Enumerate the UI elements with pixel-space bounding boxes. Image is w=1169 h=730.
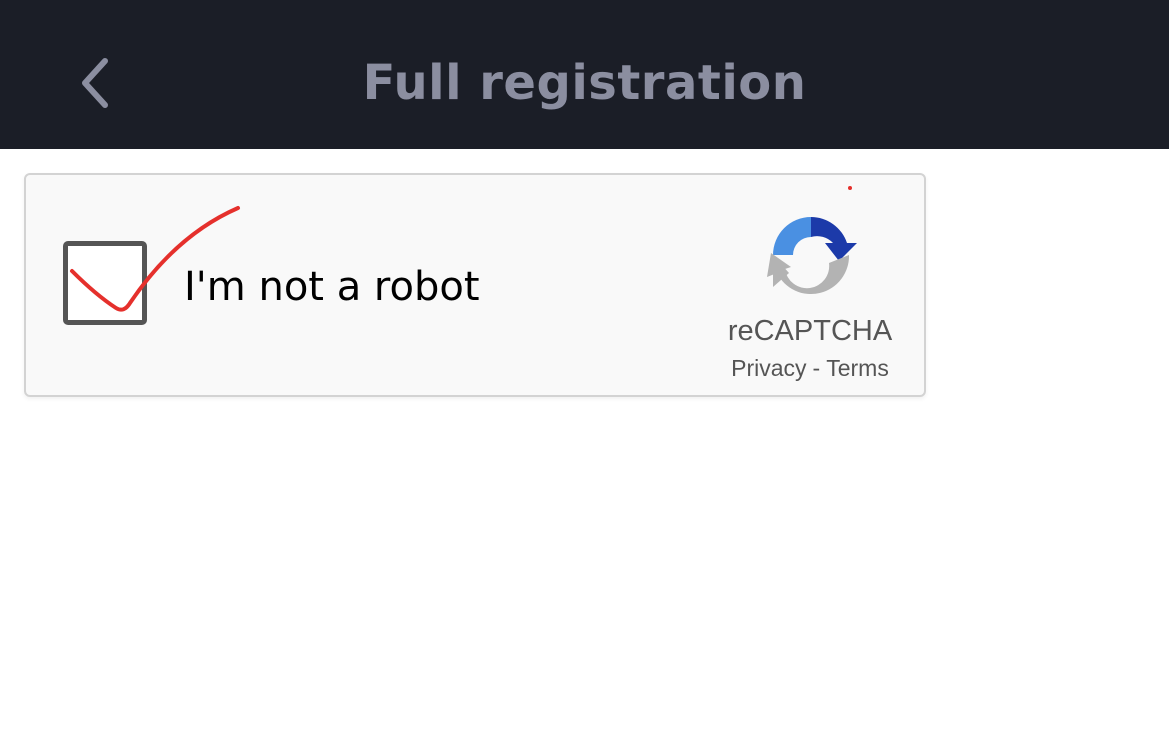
recaptcha-brand: reCAPTCHA — [727, 315, 893, 347]
not-a-robot-checkbox[interactable] — [63, 241, 147, 325]
legal-links: Privacy - Terms — [714, 353, 906, 383]
red-dot-mark — [848, 186, 852, 190]
link-separator: - — [812, 355, 821, 381]
privacy-link[interactable]: Privacy — [731, 355, 806, 381]
top-bar: Full registration — [0, 0, 1169, 149]
page-title: Full registration — [362, 55, 807, 111]
recaptcha-logo-icon — [767, 217, 857, 295]
recaptcha-widget: I'm not a robot reCAPTCHA Privacy - Terms — [24, 173, 926, 397]
terms-link[interactable]: Terms — [826, 355, 889, 381]
checkbox-label: I'm not a robot — [184, 264, 480, 310]
